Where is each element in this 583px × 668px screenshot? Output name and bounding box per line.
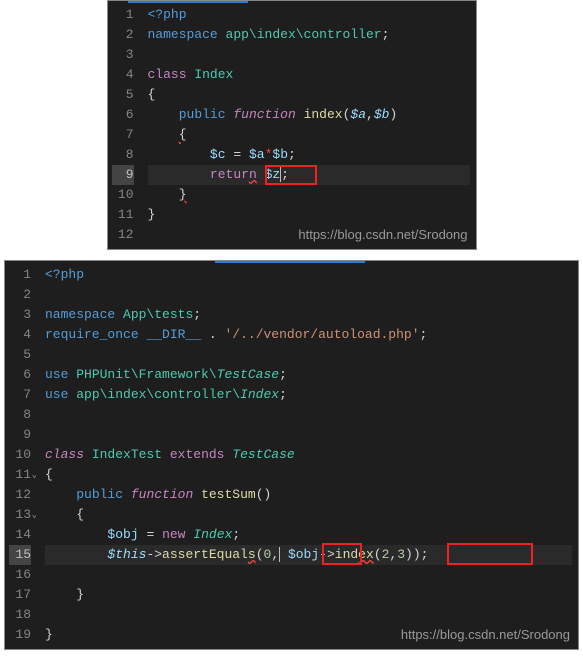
line-number: 4 [9,325,31,345]
line-number: 13⌄ [9,505,31,525]
code-line[interactable]: } [148,185,470,205]
code-line[interactable]: { [148,85,470,105]
line-number: 11 [112,205,134,225]
line-number: 7 [112,125,134,145]
line-number: 19 [9,625,31,645]
code-line[interactable]: { [45,505,572,525]
fold-icon[interactable]: ⌄ [32,465,37,485]
code-line[interactable]: namespace app\index\controller; [148,25,470,45]
line-number: 10 [112,185,134,205]
line-number: 11⌄ [9,465,31,485]
code-line[interactable]: $c = $a*$b; [148,145,470,165]
line-number: 12 [9,485,31,505]
line-number: 6 [112,105,134,125]
line-number: 18 [9,605,31,625]
line-number: 17 [9,585,31,605]
line-number: 3 [112,45,134,65]
line-number: 2 [9,285,31,305]
code-area-bottom[interactable]: https://blog.csdn.net/Srodong <?php name… [39,261,578,649]
code-line[interactable]: $obj = new Index; [45,525,572,545]
line-number: 15 [9,545,31,565]
editor-pane-bottom: 1234567891011⌄1213⌄141516171819 https://… [4,260,579,650]
code-line[interactable]: public function index($a,$b) [148,105,470,125]
line-number: 6 [9,365,31,385]
gutter-bottom: 1234567891011⌄1213⌄141516171819 [5,261,39,649]
line-number: 9 [9,425,31,445]
code-line[interactable] [45,605,572,625]
code-line[interactable]: $this->assertEquals(0, $obj->index(2,3))… [45,545,572,565]
line-number: 10 [9,445,31,465]
watermark-top: https://blog.csdn.net/Srodong [298,225,467,245]
line-number: 3 [9,305,31,325]
line-number: 7 [9,385,31,405]
code-line[interactable] [45,345,572,365]
gutter-top: 123456789101112 [108,1,142,249]
line-number: 12 [112,225,134,245]
code-line[interactable]: <?php [45,265,572,285]
code-line[interactable]: use PHPUnit\Framework\TestCase; [45,365,572,385]
line-number: 8 [9,405,31,425]
code-line[interactable] [45,565,572,585]
fold-icon[interactable]: ⌄ [32,505,37,525]
code-line[interactable]: use app\index\controller\Index; [45,385,572,405]
code-line[interactable]: return $z; [148,165,470,185]
line-number: 1 [9,265,31,285]
code-line[interactable]: { [148,125,470,145]
code-line[interactable]: namespace App\tests; [45,305,572,325]
watermark-bottom: https://blog.csdn.net/Srodong [401,625,570,645]
code-line[interactable]: public function testSum() [45,485,572,505]
code-area-top[interactable]: https://blog.csdn.net/Srodong <?phpnames… [142,1,476,249]
code-line[interactable] [148,45,470,65]
line-number: 5 [112,85,134,105]
code-line[interactable] [45,405,572,425]
code-line[interactable]: class Index [148,65,470,85]
line-number: 5 [9,345,31,365]
line-number: 8 [112,145,134,165]
code-line[interactable]: class IndexTest extends TestCase [45,445,572,465]
code-line[interactable]: } [148,205,470,225]
line-number: 14 [9,525,31,545]
line-number: 16 [9,565,31,585]
line-number: 9 [112,165,134,185]
code-line[interactable] [45,285,572,305]
code-line[interactable]: { [45,465,572,485]
code-line[interactable]: } [45,585,572,605]
line-number: 2 [112,25,134,45]
line-number: 1 [112,5,134,25]
code-line[interactable]: require_once __DIR__ . '/../vendor/autol… [45,325,572,345]
code-line[interactable]: <?php [148,5,470,25]
code-line[interactable] [45,425,572,445]
line-number: 4 [112,65,134,85]
editor-pane-top: 123456789101112 https://blog.csdn.net/Sr… [107,0,477,250]
